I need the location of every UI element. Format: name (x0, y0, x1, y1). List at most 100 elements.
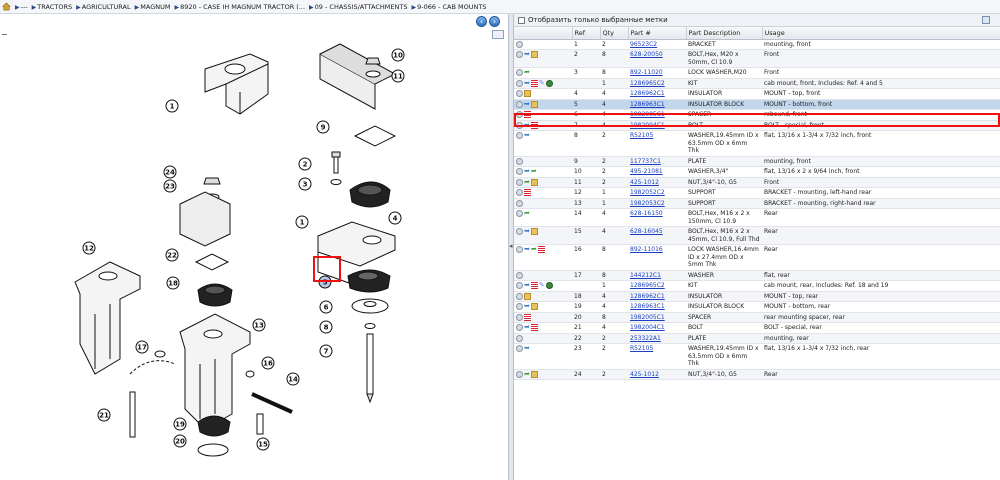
table-row[interactable]: ➥ 5 4 1286963C1 INSULATOR BLOCK MOUNT - botto… (514, 99, 1000, 110)
box-icon[interactable] (530, 303, 538, 310)
info-circle-icon[interactable] (516, 199, 523, 207)
part-number-link[interactable]: 96523C2 (630, 41, 657, 48)
part-number-link[interactable]: 1286963C1 (630, 101, 665, 108)
info-circle-icon[interactable] (516, 246, 523, 253)
list-icon[interactable] (530, 324, 538, 331)
globe-icon[interactable] (545, 282, 553, 289)
part-number-link[interactable]: 425-1012 (630, 179, 659, 186)
part-number-link[interactable]: R52105 (630, 132, 653, 139)
splitter-arrow-icon[interactable]: ◂ (509, 242, 513, 250)
green-arrow-icon[interactable]: ➦ (524, 209, 530, 217)
info-circle-icon[interactable] (516, 40, 523, 48)
pencil-icon[interactable]: ✎ (539, 79, 545, 87)
table-row[interactable]: 4 4 1286962C1 INSULATOR MOUNT - top, front (514, 88, 1000, 100)
breadcrumb-item[interactable]: ▶MAGNUM (135, 3, 171, 11)
green-arrow-icon[interactable]: ➦ (531, 167, 537, 175)
info-circle-icon[interactable] (516, 370, 523, 378)
table-row[interactable]: ➥ 8 2 R52105 WASHER,19.45mm ID x 63.5mm OD x… (514, 130, 1000, 157)
info-circle-icon[interactable] (516, 313, 523, 321)
info-circle-icon[interactable] (516, 345, 523, 352)
part-number-link[interactable]: 628-16150 (630, 210, 663, 217)
add-to-cart-icon[interactable]: ➥ (524, 227, 530, 235)
table-row[interactable]: 9 2 117737C1 PLATE mounting, front (514, 156, 1000, 167)
box-icon[interactable] (530, 370, 538, 378)
info-circle-icon[interactable] (516, 69, 523, 76)
list-icon[interactable] (537, 246, 545, 253)
list-icon[interactable] (530, 282, 538, 289)
show-selected-checkbox[interactable] (518, 16, 525, 24)
header-part-description[interactable]: Part Description (686, 27, 763, 40)
table-row[interactable]: ➥ ✎ 1 1286965C2 KIT cab mount, front, Include… (514, 78, 1000, 89)
breadcrumb-item[interactable]: ▶AGRICULTURAL (76, 3, 131, 11)
breadcrumb-item[interactable]: ▶--- (15, 3, 28, 11)
part-number-link[interactable]: 425-1012 (630, 371, 659, 378)
part-number-link[interactable]: 144212C1 (630, 272, 661, 279)
breadcrumb-item[interactable]: ▶TRACTORS (32, 3, 72, 11)
info-circle-icon[interactable] (516, 334, 523, 342)
add-to-cart-icon[interactable]: ➥ (524, 167, 530, 175)
part-number-link[interactable]: 117737C1 (630, 158, 661, 165)
table-row[interactable]: ➥ 15 4 628-16045 BOLT,Hex, M16 x 2 x 45mm, C… (514, 226, 1000, 245)
box-icon[interactable] (524, 90, 531, 97)
table-row[interactable]: ➥ 21 4 1982004C1 BOLT BOLT - special, rear (514, 322, 1000, 334)
table-row[interactable]: ➥ 23 2 R52105 WASHER,19.45mm ID x 63.5mm OD … (514, 343, 1000, 370)
table-row[interactable]: ➥➦ 16 8 892-11016 LOCK WASHER,16.4mm ID x 27… (514, 244, 1000, 271)
list-icon[interactable] (524, 313, 531, 321)
header-part-[interactable]: Part # (628, 27, 687, 40)
table-row[interactable]: ➦ 11 2 425-1012 NUT,3/4"-10, G5 Front (514, 177, 1000, 188)
pencil-icon[interactable]: ✎ (539, 281, 545, 289)
box-icon[interactable] (530, 228, 538, 235)
header-ref[interactable]: Ref (572, 27, 601, 40)
part-number-link[interactable]: R52105 (630, 345, 653, 352)
add-to-cart-icon[interactable]: ➥ (524, 245, 530, 253)
green-arrow-icon[interactable]: ➦ (524, 68, 530, 76)
add-to-cart-icon[interactable]: ➥ (524, 79, 530, 87)
info-circle-icon[interactable] (516, 132, 523, 139)
export-icon[interactable] (982, 16, 990, 24)
info-circle-icon[interactable] (516, 157, 523, 165)
part-number-link[interactable]: 253322A1 (630, 335, 661, 342)
info-circle-icon[interactable] (516, 100, 523, 108)
info-circle-icon[interactable] (516, 51, 523, 58)
table-row[interactable]: 22 2 253322A1 PLATE mounting, rear (514, 333, 1000, 344)
table-row[interactable]: 1 2 96523C2 BRACKET mounting, front (514, 39, 1000, 50)
globe-icon[interactable] (545, 79, 553, 87)
breadcrumb-item[interactable]: ▶9-066 - CAB MOUNTS (411, 3, 486, 11)
table-row[interactable]: 18 4 1286962C1 INSULATOR MOUNT - top, rear (514, 291, 1000, 302)
info-circle-icon[interactable] (516, 178, 523, 186)
table-row[interactable]: 20 8 1982005C1 SPACER rear mounting spacer, … (514, 312, 1000, 323)
info-circle-icon[interactable] (516, 228, 523, 235)
header-usage[interactable]: Usage (762, 27, 1000, 40)
part-number-link[interactable]: 1286963C1 (630, 303, 665, 310)
breadcrumb-item[interactable]: ▶09 - CHASSIS/ATTACHMENTS (309, 3, 407, 11)
green-arrow-icon[interactable]: ➦ (531, 245, 537, 253)
part-number-link[interactable]: 1286962C1 (630, 90, 665, 97)
info-circle-icon[interactable] (516, 324, 523, 331)
part-number-link[interactable]: 1982005C1 (630, 314, 665, 321)
table-row[interactable]: 17 8 144212C1 WASHER flat, rear (514, 270, 1000, 281)
box-icon[interactable] (530, 51, 538, 58)
green-arrow-icon[interactable]: ➦ (524, 370, 530, 378)
add-to-cart-icon[interactable]: ➥ (524, 100, 530, 108)
green-arrow-icon[interactable]: ➦ (524, 178, 530, 186)
add-to-cart-icon[interactable]: ➥ (524, 281, 530, 289)
add-to-cart-icon[interactable]: ➥ (524, 344, 530, 352)
home-icon[interactable] (2, 2, 11, 11)
box-icon[interactable] (524, 292, 531, 300)
add-to-cart-icon[interactable]: ➥ (524, 302, 530, 310)
table-row[interactable]: 13 1 1982053C2 SUPPORT BRACKET - mounting, r… (514, 198, 1000, 209)
table-row[interactable]: ➦ 24 2 425-1012 NUT,3/4"-10, G5 Rear (514, 369, 1000, 380)
table-row[interactable]: ➥ 2 8 628-20050 BOLT,Hex, M20 x 50mm, Cl 10.… (514, 49, 1000, 68)
list-icon[interactable] (524, 189, 531, 196)
part-number-link[interactable]: 1286965C2 (630, 282, 665, 289)
table-row[interactable]: ➥➦ 10 2 495-21081 WASHER,3/4" flat, 13/16 x 2… (514, 166, 1000, 178)
info-circle-icon[interactable] (516, 303, 523, 310)
info-circle-icon[interactable] (516, 90, 523, 97)
add-to-cart-icon[interactable]: ➥ (524, 323, 530, 331)
table-row[interactable]: 12 1 1982052C2 SUPPORT BRACKET - mounting, l… (514, 187, 1000, 199)
part-number-link[interactable]: 628-16045 (630, 228, 663, 235)
part-number-link[interactable]: 1982004C1 (630, 324, 665, 331)
box-icon[interactable] (530, 178, 538, 186)
table-row[interactable]: ➥ 19 4 1286963C1 INSULATOR BLOCK MOUNT - bott… (514, 301, 1000, 313)
info-circle-icon[interactable] (516, 79, 523, 87)
